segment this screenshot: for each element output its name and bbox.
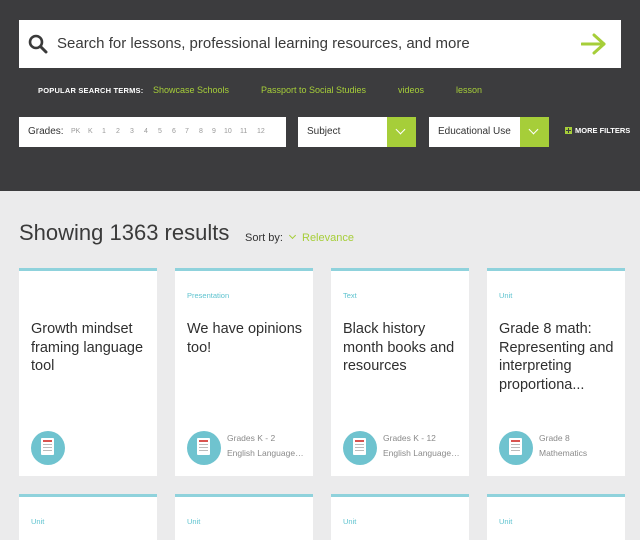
resource-title[interactable]: We have opinions too! <box>187 320 309 357</box>
resource-type: Text <box>343 291 357 300</box>
results-heading: Showing 1363 results <box>19 220 230 245</box>
grade-k[interactable]: K <box>88 128 93 135</box>
resource-card[interactable]: Unit Grade 8 math: Representing and inte… <box>487 268 625 476</box>
sort-dropdown[interactable]: Relevance <box>302 232 354 244</box>
grade-3[interactable]: 3 <box>130 128 134 135</box>
grade-12[interactable]: 12 <box>257 128 265 135</box>
grades-label: Grades: <box>28 126 64 137</box>
educational-use-dropdown[interactable]: Educational Use <box>429 117 549 147</box>
resource-card[interactable]: Text Black history month books and resou… <box>331 268 469 476</box>
resource-card[interactable]: Presentation We have opinions too! Grade… <box>175 268 313 476</box>
search-bar[interactable]: Search for lessons, professional learnin… <box>19 20 621 68</box>
resource-title[interactable]: Black history month books and resources <box>343 320 465 376</box>
resource-card[interactable]: Unit <box>487 494 625 540</box>
resource-subject: Mathematics <box>539 448 588 458</box>
grade-1[interactable]: 1 <box>102 128 106 135</box>
document-icon <box>499 431 533 465</box>
grade-6[interactable]: 6 <box>172 128 176 135</box>
popular-term-showcase-schools[interactable]: Showcase Schools <box>153 85 229 95</box>
popular-label: POPULAR SEARCH TERMS: <box>38 86 144 95</box>
resource-subject: English Language Arts <box>227 448 305 458</box>
plus-icon <box>565 127 572 134</box>
resource-type: Unit <box>187 517 201 526</box>
popular-term-lesson[interactable]: lesson <box>456 85 482 95</box>
sort-label: Sort by: <box>245 232 283 244</box>
resource-grades: Grades K - 2 <box>227 433 276 443</box>
grade-2[interactable]: 2 <box>116 128 120 135</box>
document-icon <box>187 431 221 465</box>
search-icon <box>28 34 48 54</box>
more-filters-label: MORE FILTERS <box>575 126 631 135</box>
arrow-right-icon[interactable] <box>581 33 607 55</box>
grade-8[interactable]: 8 <box>199 128 203 135</box>
resource-title[interactable]: Growth mindset framing language tool <box>31 320 153 376</box>
grade-5[interactable]: 5 <box>158 128 162 135</box>
document-icon <box>31 431 65 465</box>
resource-grades: Grades K - 12 <box>383 433 436 443</box>
document-icon <box>343 431 377 465</box>
resource-type: Unit <box>31 517 45 526</box>
chevron-down-icon[interactable] <box>288 231 297 240</box>
resource-subject: English Language Arts <box>383 448 461 458</box>
resource-type: Presentation <box>187 291 230 300</box>
resource-card[interactable]: Growth mindset framing language tool <box>19 268 157 476</box>
grade-pk[interactable]: PK <box>71 128 80 135</box>
grade-7[interactable]: 7 <box>185 128 189 135</box>
chevron-down-icon[interactable] <box>387 117 416 147</box>
subject-dropdown[interactable]: Subject <box>298 117 416 147</box>
resource-type: Unit <box>343 517 357 526</box>
resource-grades: Grade 8 <box>539 433 570 443</box>
grade-10[interactable]: 10 <box>224 128 232 135</box>
resource-type: Unit <box>499 291 513 300</box>
resource-type: Unit <box>499 517 513 526</box>
search-input[interactable]: Search for lessons, professional learnin… <box>57 35 470 52</box>
resource-title[interactable]: Grade 8 math: Representing and interpret… <box>499 320 621 394</box>
subject-dropdown-label: Subject <box>307 126 341 137</box>
grades-filter: Grades: PK K 1 2 3 4 5 6 7 8 9 10 11 12 <box>19 117 286 147</box>
header-panel: Search for lessons, professional learnin… <box>0 0 640 191</box>
popular-term-videos[interactable]: videos <box>398 85 424 95</box>
resource-card[interactable]: Unit <box>331 494 469 540</box>
resource-card[interactable]: Unit <box>19 494 157 540</box>
popular-term-passport[interactable]: Passport to Social Studies <box>261 85 366 95</box>
chevron-down-icon[interactable] <box>520 117 549 147</box>
grade-11[interactable]: 11 <box>240 128 247 135</box>
grade-4[interactable]: 4 <box>144 128 148 135</box>
educational-use-dropdown-label: Educational Use <box>438 126 511 137</box>
grade-9[interactable]: 9 <box>212 128 216 135</box>
resource-card[interactable]: Unit <box>175 494 313 540</box>
